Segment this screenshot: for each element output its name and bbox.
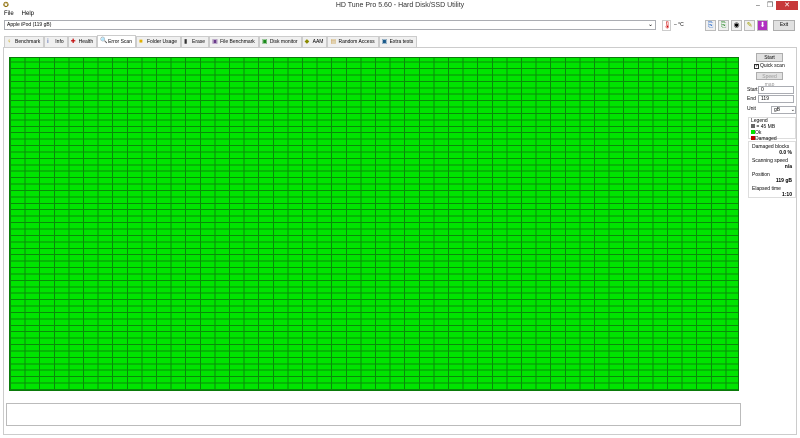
scanning-speed-value: n/a bbox=[784, 164, 792, 170]
tab-label: Extra tests bbox=[389, 39, 414, 45]
disk-monitor-icon: ▣ bbox=[261, 38, 268, 45]
drive-select[interactable]: Apple iPod (119 gB) ⌄ bbox=[4, 20, 656, 30]
tab-extra-tests[interactable]: ▣ Extra tests bbox=[378, 36, 418, 47]
scan-block-map bbox=[9, 57, 739, 391]
tab-label: Folder Usage bbox=[147, 39, 178, 45]
tab-random-access[interactable]: ▤ Random Access bbox=[327, 36, 379, 47]
unit-value: gB bbox=[774, 107, 781, 113]
end-input[interactable]: 119 bbox=[758, 95, 794, 103]
checkbox-check-icon: ✓ bbox=[754, 62, 760, 69]
tab-erase[interactable]: ▮ Erase bbox=[181, 36, 210, 47]
temperature-value: – °C bbox=[674, 22, 684, 28]
tab-label: Error Scan bbox=[108, 38, 132, 45]
start-input[interactable]: 0 bbox=[758, 86, 794, 94]
quick-scan-checkbox[interactable]: ✓ Quick scan bbox=[754, 63, 785, 69]
save-icon[interactable]: ⬇ bbox=[757, 20, 768, 31]
menu-file[interactable]: File bbox=[4, 11, 14, 20]
aam-icon: ◆ bbox=[304, 38, 310, 45]
tab-label: Disk monitor bbox=[269, 39, 298, 45]
stats-box: Damaged blocks 0.0 % Scanning speed n/a … bbox=[748, 141, 796, 198]
tab-label: Erase bbox=[192, 39, 206, 45]
exit-button[interactable]: Exit bbox=[773, 20, 795, 31]
copy-info-icon[interactable]: ⎘ bbox=[705, 20, 716, 31]
tab-aam[interactable]: ◆ AAM bbox=[301, 36, 328, 47]
tab-label: Random Access bbox=[338, 39, 375, 45]
tab-benchmark[interactable]: ♀ Benchmark bbox=[4, 36, 45, 47]
copy-all-icon[interactable]: ⎘ bbox=[718, 20, 729, 31]
speed-map-button[interactable]: Speed map bbox=[756, 72, 783, 88]
start-label: Start bbox=[747, 87, 758, 93]
block-swatch bbox=[751, 124, 755, 128]
quick-scan-label: Quick scan bbox=[760, 63, 785, 69]
tab-folder-usage[interactable]: ■ Folder Usage bbox=[136, 36, 182, 47]
title-bar: ✪ HD Tune Pro 5.60 - Hard Disk/SSD Utili… bbox=[0, 0, 800, 11]
close-button[interactable]: ✕ bbox=[776, 1, 798, 10]
health-icon: ✚ bbox=[70, 38, 76, 45]
tab-disk-monitor[interactable]: ▣ Disk monitor bbox=[258, 36, 302, 47]
tab-label: File Benchmark bbox=[220, 39, 255, 45]
tab-bar: ♀ Benchmark i Info ✚ Health 🔍 Error Scan ■ Folder… bbox=[4, 35, 418, 47]
position-value: 119 gB bbox=[775, 178, 792, 184]
unit-select[interactable]: gB ⌄ bbox=[771, 106, 796, 114]
tab-health[interactable]: ✚ Health bbox=[67, 36, 98, 47]
damaged-blocks-value: 0.0 % bbox=[779, 150, 792, 156]
menu-help[interactable]: Help bbox=[22, 11, 34, 20]
log-area bbox=[6, 403, 741, 426]
legend: Legend = 45 MB Ok Damaged bbox=[748, 117, 796, 142]
start-button[interactable]: Start bbox=[756, 53, 783, 62]
maximize-button[interactable]: ❐ bbox=[764, 1, 776, 10]
chevron-down-icon: ⌄ bbox=[647, 22, 653, 28]
chevron-down-icon: ⌄ bbox=[790, 107, 795, 113]
tab-label: Health bbox=[78, 39, 94, 45]
extra-tests-icon: ▣ bbox=[381, 38, 388, 45]
drive-select-value: Apple iPod (119 gB) bbox=[7, 22, 52, 28]
unit-label: Unit bbox=[747, 106, 756, 112]
end-label: End bbox=[747, 96, 756, 102]
random-access-icon: ▤ bbox=[330, 38, 337, 45]
tab-label: Benchmark bbox=[15, 39, 41, 45]
minimize-button[interactable]: – bbox=[752, 1, 764, 10]
thermometer-icon: 🌡 bbox=[662, 20, 672, 31]
options-icon[interactable]: ✎ bbox=[744, 20, 755, 31]
camera-icon[interactable]: ◉ bbox=[731, 20, 742, 31]
tab-label: AAM bbox=[312, 39, 324, 45]
file-benchmark-icon: ▣ bbox=[212, 38, 218, 45]
menu-bar: File Help bbox=[4, 11, 34, 20]
info-icon: i bbox=[47, 38, 49, 45]
elapsed-time-value: 1:10 bbox=[781, 192, 792, 198]
window-title: HD Tune Pro 5.60 - Hard Disk/SSD Utility bbox=[335, 2, 465, 9]
tab-label: Info bbox=[55, 39, 64, 45]
trash-icon: ▮ bbox=[184, 38, 188, 45]
benchmark-icon: ♀ bbox=[7, 38, 12, 45]
tab-file-benchmark[interactable]: ▣ File Benchmark bbox=[209, 36, 259, 47]
tab-error-scan[interactable]: 🔍 Error Scan bbox=[97, 35, 136, 47]
error-scan-icon: 🔍 bbox=[100, 38, 108, 44]
folder-icon: ■ bbox=[139, 38, 143, 45]
tab-info[interactable]: i Info bbox=[44, 36, 68, 47]
